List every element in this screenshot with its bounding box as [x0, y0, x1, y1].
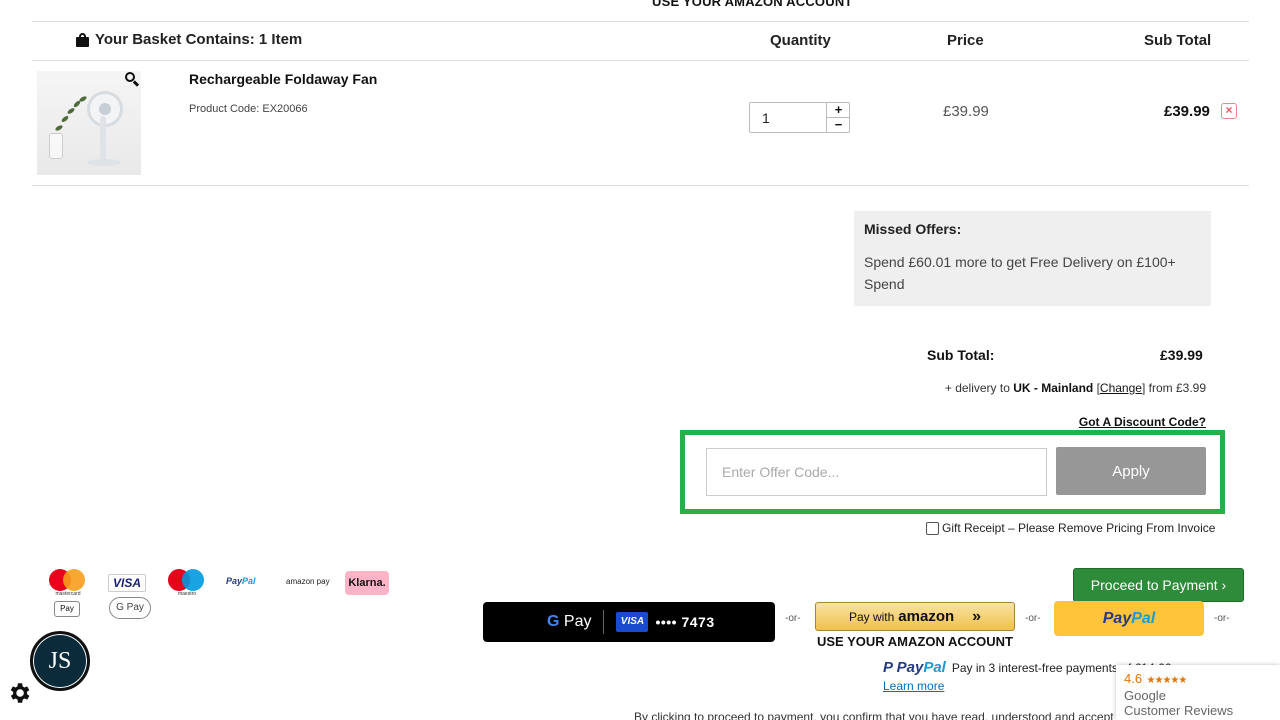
top-amazon-caption: USE YOUR AMAZON ACCOUNT — [652, 0, 853, 9]
google-pay-icon: G Pay — [109, 597, 151, 619]
divider-header — [32, 60, 1249, 61]
col-subtotal: Sub Total — [1144, 32, 1212, 49]
amazon-caption: USE YOUR AMAZON ACCOUNT — [817, 634, 1013, 649]
gear-icon[interactable] — [6, 680, 32, 706]
col-quantity: Quantity — [770, 32, 831, 49]
quantity-stepper: + − — [749, 102, 850, 133]
card-last-digits: •••• 7473 — [655, 614, 715, 630]
divider-items — [32, 185, 1249, 186]
google-pay-label: G Pay — [547, 613, 592, 630]
item-line-total: £39.99 — [1164, 103, 1210, 120]
double-chevron-icon: » — [972, 607, 982, 625]
missed-offers-panel: Missed Offers: Spend £60.01 more to get … — [854, 211, 1211, 306]
google-pay-button[interactable]: G Pay VISA •••• 7473 — [483, 602, 775, 642]
discount-code-link[interactable]: Got A Discount Code? — [1079, 415, 1206, 429]
gift-receipt-label: Gift Receipt – Please Remove Pricing Fro… — [942, 521, 1216, 535]
learn-more-link[interactable]: Learn more — [883, 679, 944, 693]
or-separator: -or- — [785, 613, 801, 624]
star-rating-icon: ★★★★★ — [1146, 675, 1188, 686]
missed-offers-title: Missed Offers: — [864, 221, 962, 237]
paypal-logo-icon: P PayPal — [883, 659, 946, 676]
subtotal-label: Sub Total: — [927, 347, 995, 363]
maestro-icon: maestro — [168, 569, 206, 597]
or-separator: -or- — [1214, 613, 1230, 624]
amazon-pay-button[interactable]: Pay with amazon » — [815, 602, 1015, 631]
google-reviews-badge[interactable]: 4.6 ★★★★★ Google Customer Reviews — [1116, 665, 1280, 720]
mastercard-icon: mastercard — [49, 569, 87, 597]
quantity-input[interactable] — [750, 103, 826, 132]
gift-receipt-option[interactable]: Gift Receipt – Please Remove Pricing Fro… — [926, 521, 1215, 535]
or-separator: -or- — [1025, 613, 1041, 624]
remove-item-icon[interactable]: × — [1221, 103, 1237, 119]
quantity-decrease-button[interactable]: − — [827, 117, 850, 133]
apply-button[interactable]: Apply — [1056, 447, 1206, 495]
amazon-pay-icon: amazon pay — [286, 577, 330, 586]
basket-title-text: Your Basket Contains: 1 Item — [95, 31, 303, 48]
shopping-bag-icon — [76, 32, 89, 47]
item-price: £39.99 — [943, 103, 989, 120]
quantity-increase-button[interactable]: + — [827, 103, 850, 118]
subtotal-value: £39.99 — [1160, 347, 1203, 363]
product-image[interactable] — [37, 71, 141, 175]
product-code: Product Code: EX20066 — [189, 103, 308, 115]
visa-card-icon: VISA — [616, 612, 649, 632]
col-price: Price — [947, 32, 984, 49]
legal-text: By clicking to proceed to payment, you c… — [634, 710, 1114, 720]
zoom-icon[interactable] — [125, 72, 140, 87]
basket-title: Your Basket Contains: 1 Item — [76, 31, 302, 48]
missed-offers-text: Spend £60.01 more to get Free Delivery o… — [864, 254, 1176, 292]
divider-top — [32, 21, 1249, 22]
gift-receipt-checkbox[interactable] — [926, 521, 939, 535]
offer-code-form: Apply — [680, 430, 1225, 514]
product-name[interactable]: Rechargeable Foldaway Fan — [189, 71, 377, 87]
proceed-to-payment-button[interactable]: Proceed to Payment › — [1073, 568, 1244, 602]
visa-icon: VISA — [108, 574, 146, 592]
google-name: Google — [1124, 688, 1166, 703]
offer-code-input[interactable] — [706, 448, 1047, 496]
paypal-logo-icon: PayPal — [226, 576, 256, 586]
paypal-button[interactable]: PayPal — [1054, 601, 1204, 636]
klarna-icon: Klarna. — [345, 571, 389, 595]
change-delivery-link[interactable]: Change — [1100, 381, 1142, 395]
brand-badge[interactable]: JS — [30, 631, 90, 691]
customer-reviews-label: Customer Reviews — [1124, 703, 1234, 718]
apple-pay-icon: Pay — [54, 601, 80, 617]
delivery-region: UK - Mainland — [1013, 381, 1094, 395]
amazon-logo-icon: amazon — [898, 608, 955, 625]
review-score: 4.6 — [1124, 671, 1143, 686]
delivery-info: + delivery to UK - Mainland [Change] fro… — [944, 381, 1206, 395]
